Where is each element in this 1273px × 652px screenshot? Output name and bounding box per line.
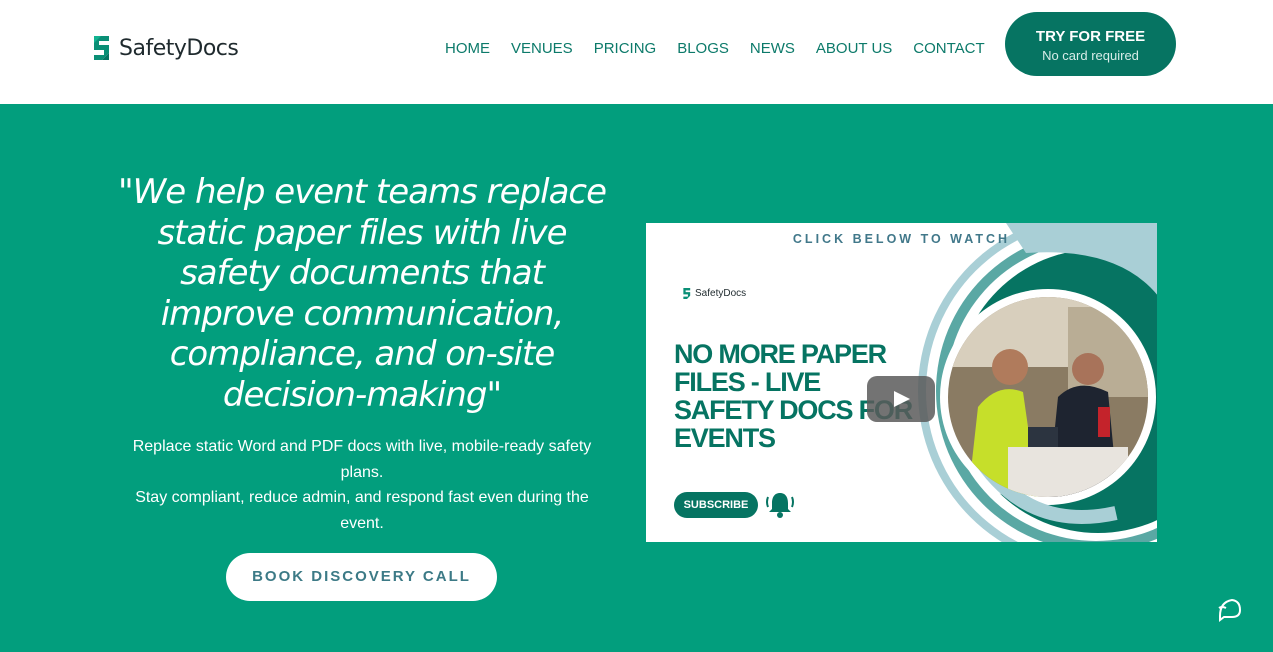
try-for-free-label: TRY FOR FREE [1035,28,1146,45]
try-for-free-button[interactable]: TRY FOR FREE No card required [1005,12,1176,76]
site-header: SafetyDocs HOME VENUES PRICING BLOGS NEW… [0,0,1273,104]
subscribe-button[interactable]: SUBSCRIBE [674,492,758,518]
video-logo-text: SafetyDocs [695,288,747,299]
nav-venues[interactable]: VENUES [511,40,573,57]
play-icon [894,391,910,407]
nav-about-us[interactable]: ABOUT US [816,40,892,57]
nav-contact[interactable]: CONTACT [913,40,984,57]
click-below-to-watch-label: CLICK BELOW TO WATCH [792,232,1011,246]
chat-icon[interactable] [1214,594,1244,624]
nav-home[interactable]: HOME [445,40,490,57]
video-logo: SafetyDocs [682,287,746,300]
main-nav: HOME VENUES PRICING BLOGS NEWS ABOUT US … [445,40,1006,57]
nav-news[interactable]: NEWS [750,40,795,57]
site-logo[interactable]: SafetyDocs [91,34,239,62]
video-logo-mark-icon [683,288,691,299]
no-card-required-label: No card required [1042,48,1139,63]
event-staff-photo [948,297,1148,497]
book-discovery-call-button[interactable]: BOOK DISCOVERY CALL [226,553,497,601]
logo-mark-icon [94,36,109,60]
play-button[interactable] [867,376,935,422]
hero-description: Replace static Word and PDF docs with li… [118,434,606,536]
nav-blogs[interactable]: BLOGS [677,40,729,57]
hero-quote: "We help event teams replace static pape… [117,172,607,415]
hero-description-line-2: Stay compliant, reduce admin, and respon… [135,489,589,532]
nav-pricing[interactable]: PRICING [594,40,657,57]
logo-text: SafetyDocs [119,35,239,61]
hero-section: "We help event teams replace static pape… [0,104,1273,652]
bell-icon [766,493,794,518]
video-thumbnail[interactable]: CLICK BELOW TO WATCH SafetyDocs NO MORE … [646,223,1157,542]
hero-description-line-1: Replace static Word and PDF docs with li… [132,438,592,481]
